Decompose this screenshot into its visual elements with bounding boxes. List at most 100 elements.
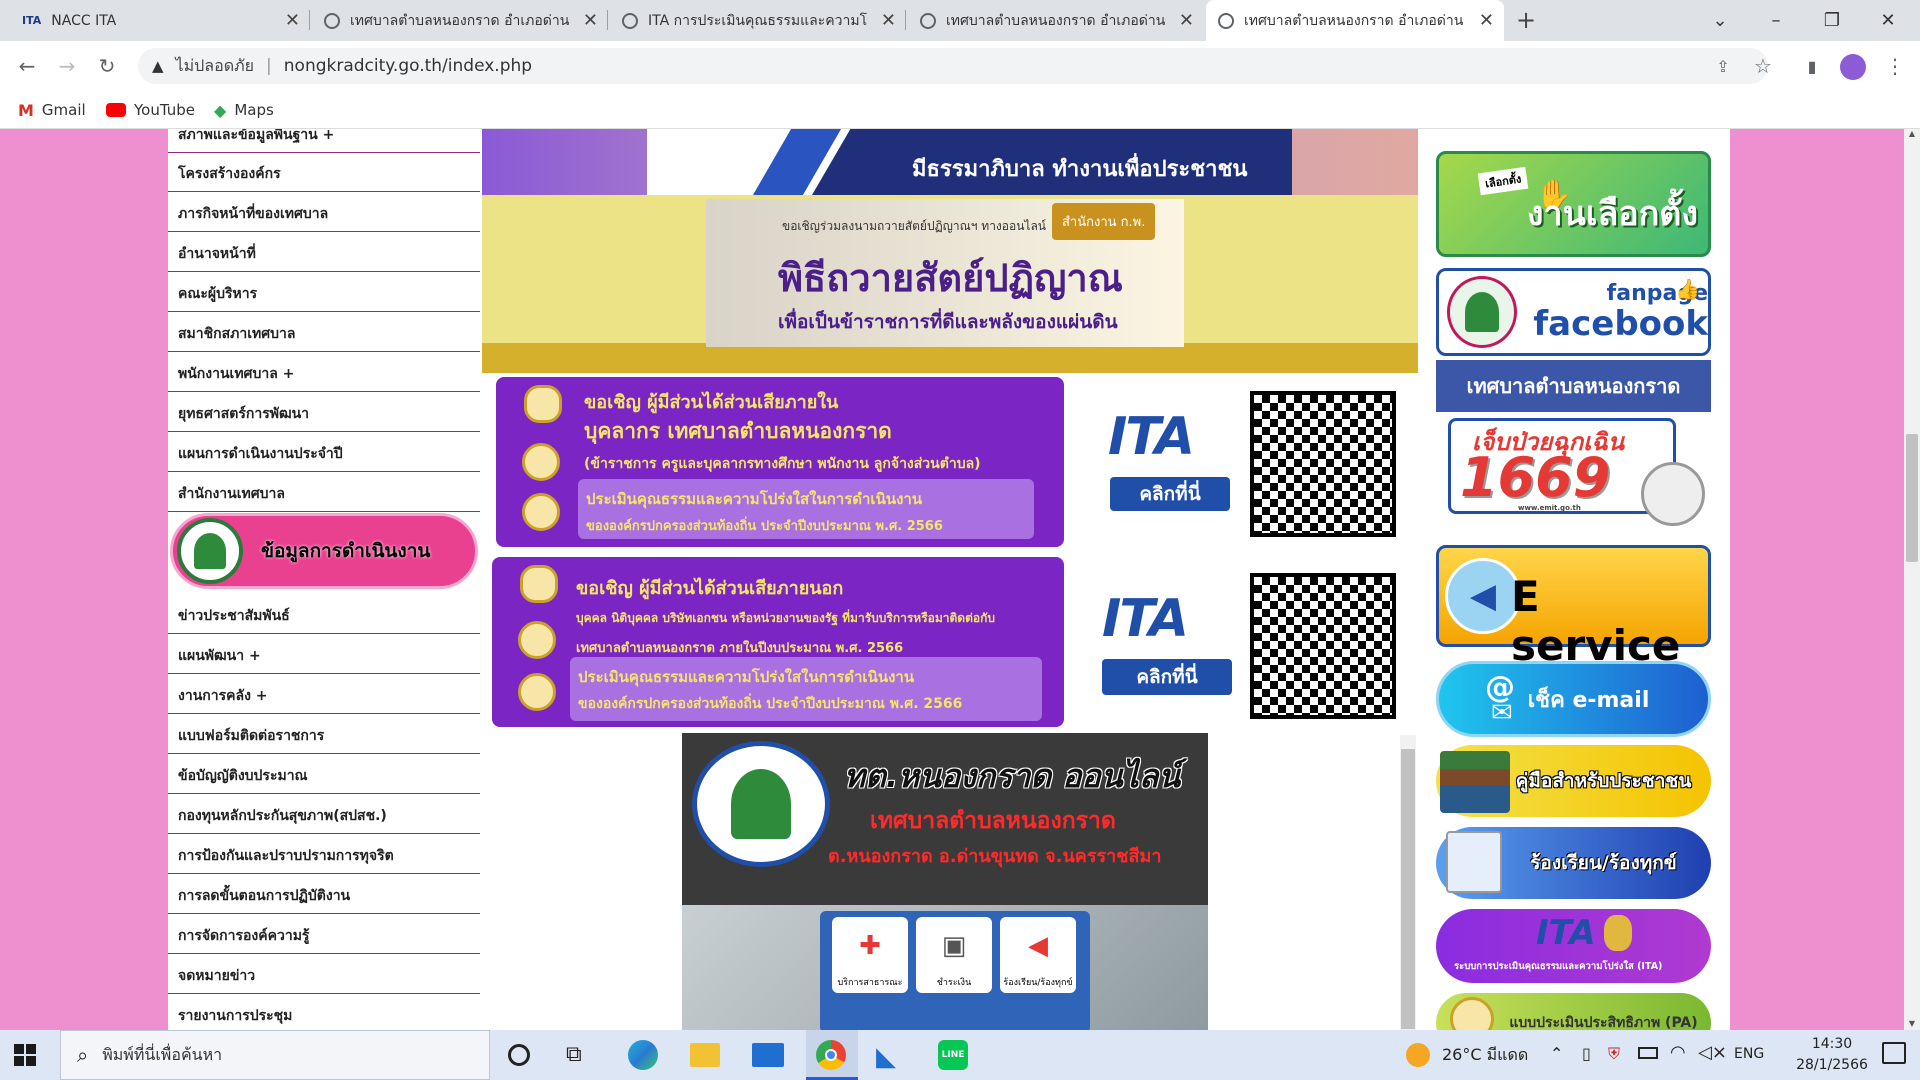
device-icon[interactable]: ▯ — [1582, 1044, 1591, 1063]
close-tab-icon[interactable]: ✕ — [881, 10, 896, 31]
e-service-banner[interactable]: ◀ E service — [1436, 545, 1711, 670]
pinned-app-icon[interactable]: ◣ — [876, 1042, 896, 1072]
pa-assessment-banner[interactable]: แบบประเมินประสิทธิภาพ (PA) — [1436, 993, 1711, 1030]
tab-nongkrad-2[interactable]: เทศบาลตำบลหนองกราด อำเภอด่านขุนทด ✕ — [908, 0, 1204, 41]
profile-avatar[interactable] — [1840, 54, 1866, 80]
oath-banner[interactable]: ขอเชิญร่วมลงนามถวายสัตย์ปฏิญาณฯ ทางออนไล… — [482, 195, 1418, 373]
click-here-button[interactable]: คลิกที่นี่ — [1110, 477, 1230, 511]
close-tab-icon[interactable]: ✕ — [1179, 10, 1194, 31]
menu-item-newsletter[interactable]: จดหมายข่าว — [168, 955, 480, 994]
election-banner[interactable]: เลือกตั้ง ✋ งานเลือกตั้ง — [1436, 151, 1711, 257]
menu-item-council[interactable]: สมาชิกสภาเทศบาล — [168, 313, 480, 352]
online-services-panel[interactable]: ทต.หนองกราด ออนไลน์ เทศบาลตำบลหนองกราด ต… — [682, 733, 1208, 1030]
tab-ita-evaluation[interactable]: ITA การประเมินคุณธรรมและความโปร่งใส ✕ — [610, 0, 906, 41]
bookmark-gmail[interactable]: M Gmail — [18, 97, 86, 123]
url-text[interactable]: nongkradcity.go.th/index.php — [284, 56, 532, 76]
citizen-manual-banner[interactable]: คู่มือสำหรับประชาชน — [1436, 745, 1711, 817]
menu-item-basic-info[interactable]: สภาพและข้อมูลพื้นฐาน + — [168, 129, 480, 153]
municipal-seal-icon — [177, 518, 243, 584]
qr-code-external[interactable] — [1250, 573, 1396, 719]
close-tab-icon[interactable]: ✕ — [285, 10, 300, 31]
security-shield-icon[interactable]: ⛨ — [1608, 1044, 1620, 1064]
battery-icon[interactable] — [1638, 1047, 1658, 1059]
windows-start-button[interactable] — [14, 1044, 36, 1066]
show-hidden-icons-chevron-icon[interactable]: ⌃ — [1550, 1044, 1563, 1063]
tab-nacc-ita[interactable]: ITA NACC ITA ✕ — [10, 0, 310, 41]
input-language[interactable]: ENG — [1734, 1046, 1764, 1062]
menu-item-annual-plan[interactable]: แผนการดำเนินงานประจำปี — [168, 433, 480, 472]
bookmark-youtube[interactable]: YouTube — [106, 97, 195, 123]
menu-item-anticorruption[interactable]: การป้องกันและปราบปรามการทุจริต — [168, 835, 480, 874]
ita-external-link[interactable]: ITA คลิกที่นี่ — [1102, 589, 1234, 699]
click-here-button[interactable]: คลิกที่นี่ — [1102, 659, 1232, 695]
menu-item-structure[interactable]: โครงสร้างองค์กร — [168, 153, 480, 192]
window-close-button[interactable]: ✕ — [1860, 0, 1916, 41]
payment-button[interactable]: ▣ ชำระเงิน — [916, 917, 992, 993]
file-explorer-icon[interactable] — [690, 1043, 720, 1067]
new-tab-button[interactable]: + — [1516, 6, 1536, 34]
wifi-icon[interactable]: ◠ — [1670, 1042, 1686, 1063]
inner-scrollbar[interactable] — [1400, 735, 1416, 1030]
security-label[interactable]: ไม่ปลอดภัย — [176, 54, 254, 79]
volume-muted-icon[interactable]: ◁× — [1698, 1042, 1727, 1063]
minimize-button[interactable]: – — [1748, 0, 1804, 41]
mail-app-icon[interactable] — [752, 1043, 784, 1067]
ita-internal-link[interactable]: ITA คลิกที่นี่ — [1108, 407, 1234, 513]
cortana-icon[interactable] — [508, 1044, 530, 1066]
menu-item-budget[interactable]: ข้อบัญญัติงบประมาณ — [168, 755, 480, 794]
clock[interactable]: 14:30 28/1/2566 — [1782, 1034, 1882, 1076]
forward-button[interactable]: → — [52, 51, 82, 81]
menu-item-dev-plan[interactable]: แผนพัฒนา + — [168, 635, 480, 674]
address-bar[interactable]: ▲ ไม่ปลอดภัย | nongkradcity.go.th/index.… — [138, 48, 1768, 84]
menu-item-knowledge[interactable]: การจัดการองค์ความรู้ — [168, 915, 480, 954]
qr-code-internal[interactable] — [1250, 391, 1396, 537]
share-icon[interactable]: ⇪ — [1708, 51, 1738, 81]
page-scrollbar[interactable]: ▲ ▼ — [1904, 129, 1920, 1030]
facebook-fanpage-banner[interactable]: fanpage facebook 👍 — [1436, 268, 1711, 356]
scroll-up-arrow[interactable]: ▲ — [1904, 129, 1920, 138]
side-panel-icon[interactable]: ▮ — [1797, 51, 1827, 81]
menu-item-news[interactable]: ข่าวประชาสัมพันธ์ — [168, 595, 480, 634]
check-email-banner[interactable]: @ ✉ เช็ค e-mail — [1436, 661, 1711, 737]
scroll-thumb[interactable] — [1906, 434, 1918, 562]
close-tab-icon[interactable]: ✕ — [1479, 10, 1494, 31]
ita-external-banner[interactable]: ขอเชิญ ผู้มีส่วนได้ส่วนเสียภายนอก บุคคล … — [492, 557, 1064, 727]
tab-nongkrad-1[interactable]: เทศบาลตำบลหนองกราด อำเภอด่านขุนทด ✕ — [312, 0, 608, 41]
public-service-button[interactable]: ✚ บริการสาธารณะ — [832, 917, 908, 993]
menu-item-meeting-reports[interactable]: รายงานการประชุม — [168, 995, 480, 1030]
menu-item-forms[interactable]: แบบฟอร์มติดต่อราชการ — [168, 715, 480, 754]
bookmark-maps[interactable]: ◆ Maps — [214, 97, 274, 123]
scroll-down-arrow[interactable]: ▼ — [1904, 1019, 1920, 1028]
emergency-1669-banner[interactable]: เจ็บป่วยฉุกเฉิน 1669 www.emit.go.th — [1436, 416, 1711, 528]
ita-system-banner[interactable]: ITA ระบบการประเมินคุณธรรมและความโปร่งใส … — [1436, 909, 1711, 983]
menu-item-reduce-steps[interactable]: การลดขั้นตอนการปฏิบัติงาน — [168, 875, 480, 914]
municipality-name-banner[interactable]: เทศบาลตำบลหนองกราด — [1436, 360, 1711, 412]
menu-item-authority[interactable]: อำนาจหน้าที่ — [168, 233, 480, 272]
tab-nongkrad-active[interactable]: เทศบาลตำบลหนองกราด อำเภอด่านขุนทด ✕ — [1206, 0, 1504, 41]
reload-button[interactable]: ↻ — [92, 51, 122, 81]
menu-item-executives[interactable]: คณะผู้บริหาร — [168, 273, 480, 312]
notification-icon[interactable] — [1882, 1042, 1906, 1064]
restore-button[interactable]: ❐ — [1804, 0, 1860, 41]
taskbar-search-box[interactable]: ⌕ พิมพ์ที่นี่เพื่อค้นหา — [60, 1030, 490, 1080]
edge-app-icon[interactable] — [628, 1040, 658, 1070]
close-tab-icon[interactable]: ✕ — [583, 10, 598, 31]
bookmark-star-icon[interactable]: ☆ — [1748, 51, 1778, 81]
chrome-app-icon[interactable] — [806, 1030, 858, 1080]
complaint-banner[interactable]: ร้องเรียน/ร้องทุกข์ — [1436, 827, 1711, 899]
complaint-service-button[interactable]: ◀ ร้องเรียน/ร้องทุกข์ — [1000, 917, 1076, 993]
menu-item-strategy[interactable]: ยุทธศาสตร์การพัฒนา — [168, 393, 480, 432]
task-view-icon[interactable]: ⧉ — [566, 1042, 582, 1067]
weather-widget[interactable]: 26°C มีแดด — [1406, 1030, 1528, 1080]
menu-item-staff[interactable]: พนักงานเทศบาล + — [168, 353, 480, 392]
menu-kebab-icon[interactable]: ⋮ — [1880, 51, 1910, 81]
menu-item-finance[interactable]: งานการคลัง + — [168, 675, 480, 714]
top-banner[interactable]: มีธรรมาภิบาล ทำงานเพื่อประชาชน — [482, 129, 1418, 195]
menu-item-office[interactable]: สำนักงานเทศบาล — [168, 473, 480, 512]
ita-internal-banner[interactable]: ขอเชิญ ผู้มีส่วนได้ส่วนเสียภายใน บุคลากร… — [496, 377, 1064, 547]
menu-item-health-fund[interactable]: กองทุนหลักประกันสุขภาพ(สปสช.) — [168, 795, 480, 834]
menu-item-mission[interactable]: ภารกิจหน้าที่ของเทศบาล — [168, 193, 480, 232]
tab-search-icon[interactable]: ⌄ — [1692, 0, 1748, 41]
line-app-icon[interactable]: LINE — [938, 1040, 968, 1070]
back-button[interactable]: ← — [12, 51, 42, 81]
